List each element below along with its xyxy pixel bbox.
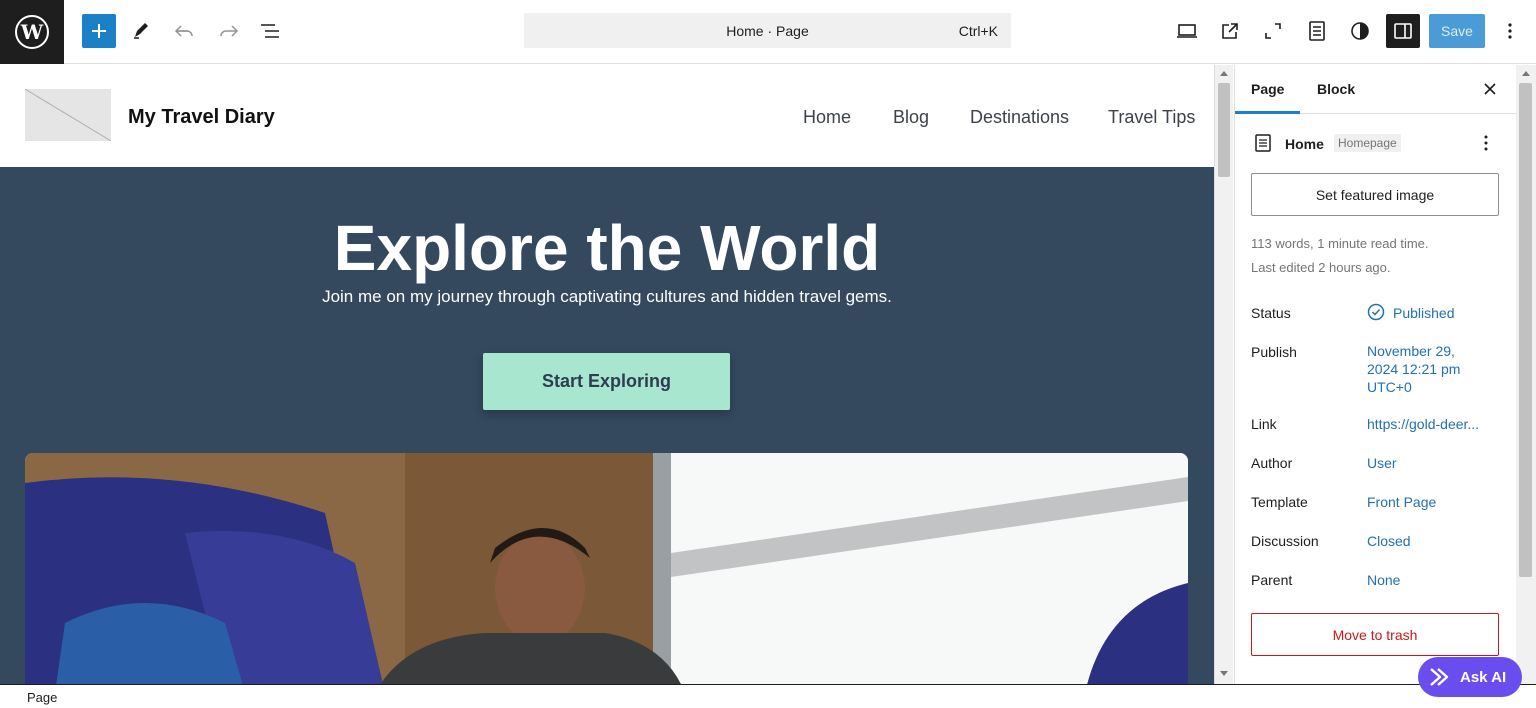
wordpress-logo-icon[interactable]: W <box>0 0 64 64</box>
hero-section[interactable]: Explore the World Join me on my journey … <box>0 167 1214 684</box>
link-label: Link <box>1251 416 1277 432</box>
tab-block[interactable]: Block <box>1317 81 1355 97</box>
discussion-label: Discussion <box>1251 533 1319 549</box>
nav-item-travel-tips[interactable]: Travel Tips <box>1108 107 1195 128</box>
sidebar-tabs: Page Block <box>1235 65 1517 114</box>
status-value[interactable]: Published <box>1393 304 1455 322</box>
hero-image[interactable] <box>25 453 1188 684</box>
document-title: Home · Page <box>726 23 809 39</box>
block-breadcrumb-bar: Page <box>0 684 1536 708</box>
settings-sidebar-toggle[interactable] <box>1386 14 1420 48</box>
author-label: Author <box>1251 455 1293 471</box>
nav-item-destinations[interactable]: Destinations <box>970 107 1069 128</box>
ask-ai-label: Ask AI <box>1460 668 1507 686</box>
command-palette-bar[interactable]: Home · Page Ctrl+K <box>524 13 1011 48</box>
add-block-button[interactable] <box>82 14 116 48</box>
sidebar-scrollbar[interactable] <box>1516 65 1536 684</box>
undo-button[interactable] <box>168 14 202 48</box>
parent-label: Parent <box>1251 572 1293 588</box>
site-logo-placeholder[interactable] <box>25 89 111 141</box>
nav-item-home[interactable]: Home <box>803 107 851 128</box>
breadcrumb-page[interactable]: Page <box>27 690 57 705</box>
svg-text:W: W <box>20 20 44 44</box>
page-actions-ellipsis-icon[interactable] <box>1483 134 1489 152</box>
scroll-up-icon[interactable] <box>1219 69 1229 77</box>
status-label: Status <box>1251 305 1291 321</box>
nav-item-blog[interactable]: Blog <box>893 107 929 128</box>
scroll-down-icon[interactable] <box>1219 670 1229 678</box>
publish-date-line1[interactable]: November 29, <box>1367 342 1455 360</box>
fullscreen-button[interactable] <box>1256 14 1290 48</box>
editor-canvas[interactable]: My Travel Diary Home Blog Destinations T… <box>0 65 1214 684</box>
page-name: Home <box>1285 136 1324 152</box>
settings-sidebar: Page Block Home Homepage Set featured im… <box>1234 65 1517 684</box>
sidebar-scrollbar-thumb[interactable] <box>1519 83 1532 577</box>
published-check-icon <box>1367 303 1385 321</box>
publish-label: Publish <box>1251 344 1297 360</box>
document-icon <box>1309 21 1325 41</box>
hero-subtitle[interactable]: Join me on my journey through captivatin… <box>0 287 1214 307</box>
canvas-scrollbar[interactable] <box>1214 65 1233 684</box>
pencil-icon <box>134 23 148 39</box>
site-header: My Travel Diary Home Blog Destinations T… <box>0 65 1214 167</box>
publish-date-line3[interactable]: UTC+0 <box>1367 378 1412 396</box>
close-icon[interactable] <box>1483 82 1497 96</box>
half-circle-contrast-icon <box>1351 22 1369 40</box>
move-to-trash-button[interactable]: Move to trash <box>1251 613 1499 656</box>
homepage-badge: Homepage <box>1334 134 1401 152</box>
active-tab-indicator <box>1235 111 1300 114</box>
publish-date-line2[interactable]: 2024 12:21 pm <box>1367 360 1460 378</box>
sidebar-scroll-up-icon[interactable] <box>1521 69 1531 77</box>
laptop-icon <box>1177 24 1197 38</box>
vertical-ellipsis-icon <box>1508 23 1512 39</box>
keyboard-shortcut: Ctrl+K <box>958 23 998 39</box>
plus-icon <box>92 24 106 38</box>
tab-page[interactable]: Page <box>1251 81 1284 97</box>
view-page-button[interactable] <box>1213 14 1247 48</box>
device-preview-button[interactable] <box>1170 14 1204 48</box>
tools-button[interactable] <box>124 14 158 48</box>
discussion-value[interactable]: Closed <box>1367 532 1411 550</box>
last-edited-text: Last edited 2 hours ago. <box>1251 260 1391 275</box>
template-label: Template <box>1251 494 1308 510</box>
parent-value[interactable]: None <box>1367 571 1400 589</box>
undo-icon <box>174 25 193 37</box>
options-menu-button[interactable] <box>1493 14 1527 48</box>
external-link-icon <box>1222 23 1238 39</box>
sidebar-icon <box>1394 23 1412 39</box>
editor-toolbar: W Home · Page Ctrl+K Save <box>0 0 1536 64</box>
document-overview-button[interactable] <box>254 14 288 48</box>
set-featured-image-button[interactable]: Set featured image <box>1251 173 1499 216</box>
link-value[interactable]: https://gold-deer... <box>1367 415 1479 433</box>
redo-icon <box>220 25 239 37</box>
author-value[interactable]: User <box>1367 454 1397 472</box>
site-title[interactable]: My Travel Diary <box>128 106 275 129</box>
document-outline-button[interactable] <box>1300 14 1334 48</box>
ask-ai-button[interactable]: Ask AI <box>1418 657 1522 697</box>
start-exploring-button[interactable]: Start Exploring <box>483 353 730 410</box>
hero-title[interactable]: Explore the World <box>0 211 1214 285</box>
ai-sparkle-icon <box>1430 668 1449 686</box>
canvas-scrollbar-thumb[interactable] <box>1218 83 1230 177</box>
styles-button[interactable] <box>1343 14 1377 48</box>
page-icon <box>1255 134 1271 152</box>
expand-icon <box>1265 23 1281 39</box>
word-count-text: 113 words, 1 minute read time. <box>1251 236 1429 251</box>
list-view-icon <box>261 24 279 38</box>
redo-button[interactable] <box>211 14 245 48</box>
template-value[interactable]: Front Page <box>1367 493 1436 511</box>
save-button[interactable]: Save <box>1429 14 1485 48</box>
